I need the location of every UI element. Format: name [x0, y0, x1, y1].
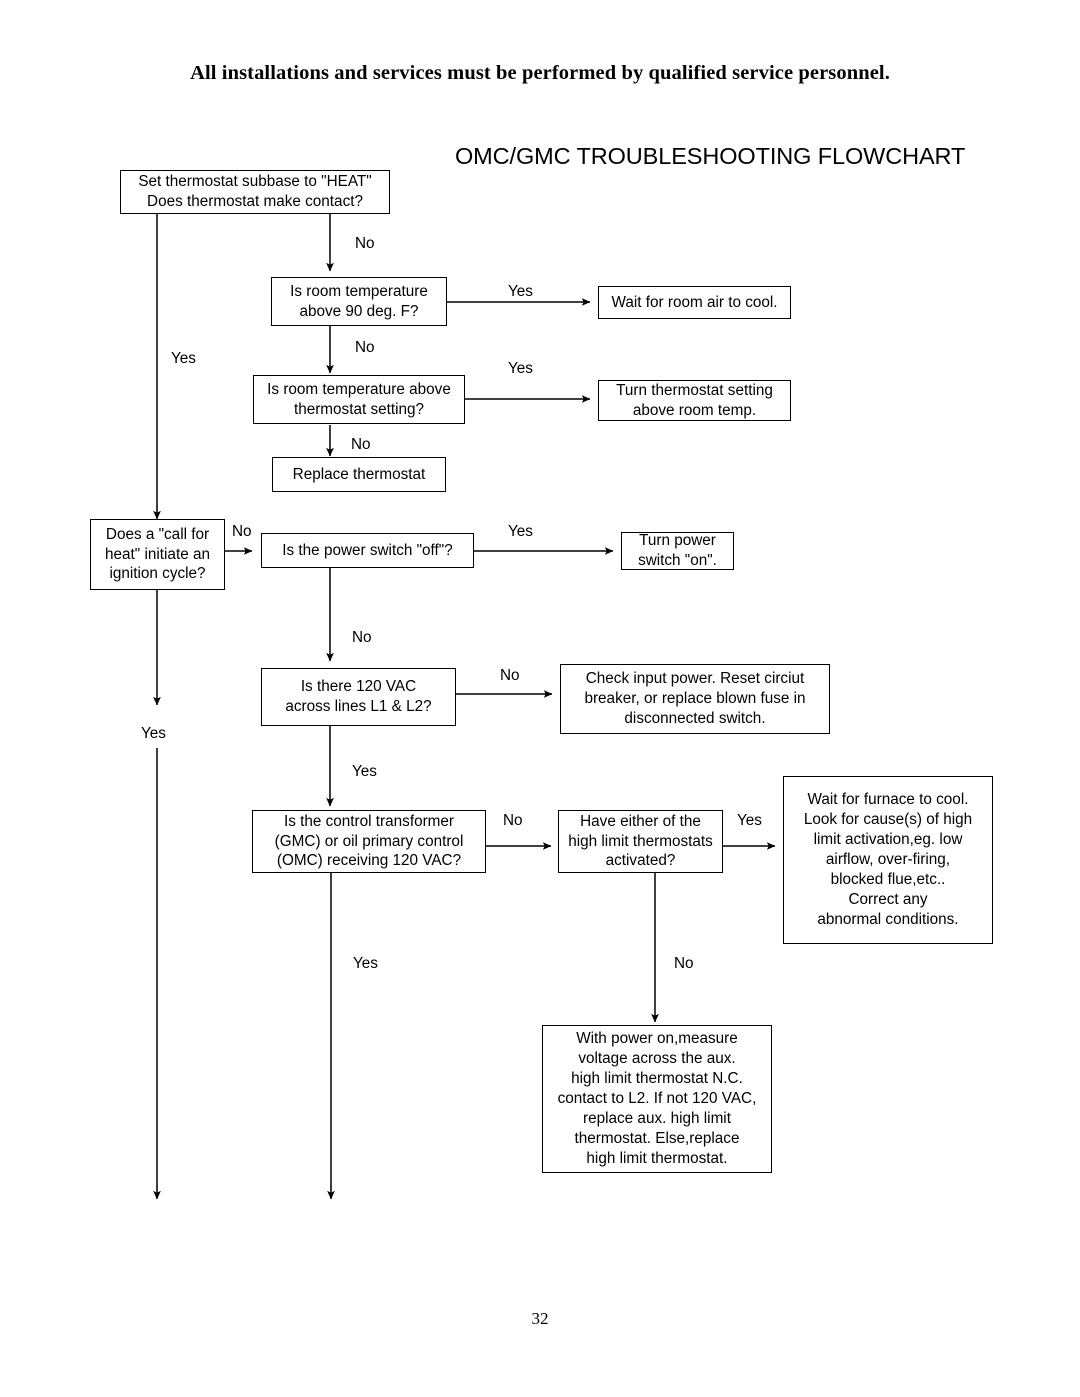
edge-label-yes-call-for-heat: Yes — [141, 725, 166, 742]
edge-label-yes-control-transformer: Yes — [353, 955, 378, 972]
chart-title: OMC/GMC TROUBLESHOOTING FLOWCHART — [455, 143, 966, 169]
node-wait-room-air-cool[interactable]: Wait for room air to cool. — [598, 286, 791, 319]
node-set-thermostat[interactable]: Set thermostat subbase to "HEAT" Does th… — [120, 170, 390, 214]
edge-label-no-call-for-heat: No — [232, 523, 252, 540]
node-check-input-power[interactable]: Check input power. Reset circiut breaker… — [560, 664, 830, 734]
edge-label-no-room-above-90: No — [355, 339, 375, 356]
node-replace-thermostat[interactable]: Replace thermostat — [272, 457, 446, 492]
edge-label-yes-power-switch-off: Yes — [508, 523, 533, 540]
edge-label-no-power-switch-off: No — [352, 629, 372, 646]
node-control-transformer[interactable]: Is the control transformer (GMC) or oil … — [252, 810, 486, 873]
node-power-switch-off[interactable]: Is the power switch "off"? — [261, 533, 474, 568]
edge-label-no-120-vac: No — [500, 667, 520, 684]
edge-label-no-room-above-setting: No — [351, 436, 371, 453]
edge-label-yes-thermostat-contact: Yes — [171, 350, 196, 367]
node-turn-power-on[interactable]: Turn power switch "on". — [621, 532, 734, 570]
safety-notice: All installations and services must be p… — [190, 62, 890, 84]
edge-label-yes-high-limit: Yes — [737, 812, 762, 829]
flowchart-page: All installations and services must be p… — [0, 0, 1080, 1397]
edge-label-yes-room-above-setting: Yes — [508, 360, 533, 377]
edge-label-yes-120-vac: Yes — [352, 763, 377, 780]
node-turn-thermostat-up[interactable]: Turn thermostat setting above room temp. — [598, 380, 791, 421]
node-room-above-90[interactable]: Is room temperature above 90 deg. F? — [271, 277, 447, 326]
node-high-limit-activated[interactable]: Have either of the high limit thermostat… — [558, 810, 723, 873]
edge-label-no-control-transformer: No — [503, 812, 523, 829]
edge-label-yes-room-above-90: Yes — [508, 283, 533, 300]
edge-label-no-high-limit: No — [674, 955, 694, 972]
page-number: 32 — [531, 1309, 549, 1328]
edge-label-no-thermostat-contact: No — [355, 235, 375, 252]
node-measure-aux-voltage[interactable]: With power on,measure voltage across the… — [542, 1025, 772, 1173]
node-call-for-heat[interactable]: Does a "call for heat" initiate an ignit… — [90, 519, 225, 590]
node-room-above-setting[interactable]: Is room temperature above thermostat set… — [253, 375, 465, 424]
node-is-120-vac[interactable]: Is there 120 VAC across lines L1 & L2? — [261, 668, 456, 726]
node-wait-furnace-cool[interactable]: Wait for furnace to cool. Look for cause… — [783, 776, 993, 944]
